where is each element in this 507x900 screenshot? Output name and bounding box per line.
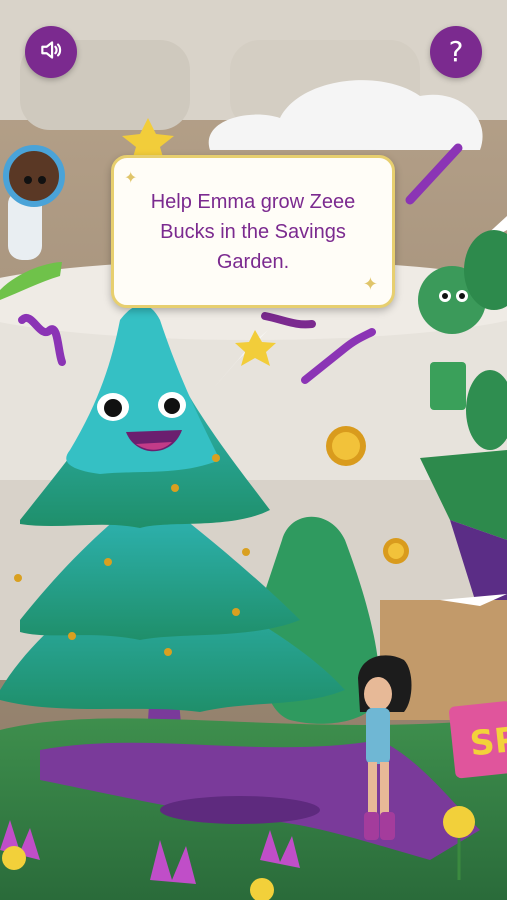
speaker-icon [38,37,64,67]
sparkle-icon: ✦ [124,168,138,187]
help-icon: ? [448,35,464,68]
sound-toggle-button[interactable] [25,26,77,78]
sign-label: SP [468,719,507,765]
help-button[interactable]: ? [430,26,482,78]
coin [383,538,409,564]
savings-garden-scene [0,0,507,900]
instruction-text: Help Emma grow Zeee Bucks in the Savings… [150,190,356,273]
coin [326,426,366,466]
sparkle-icon: ✦ [362,274,378,295]
instruction-bubble: ✦ Help Emma grow Zeee Bucks in the Savin… [111,155,395,308]
